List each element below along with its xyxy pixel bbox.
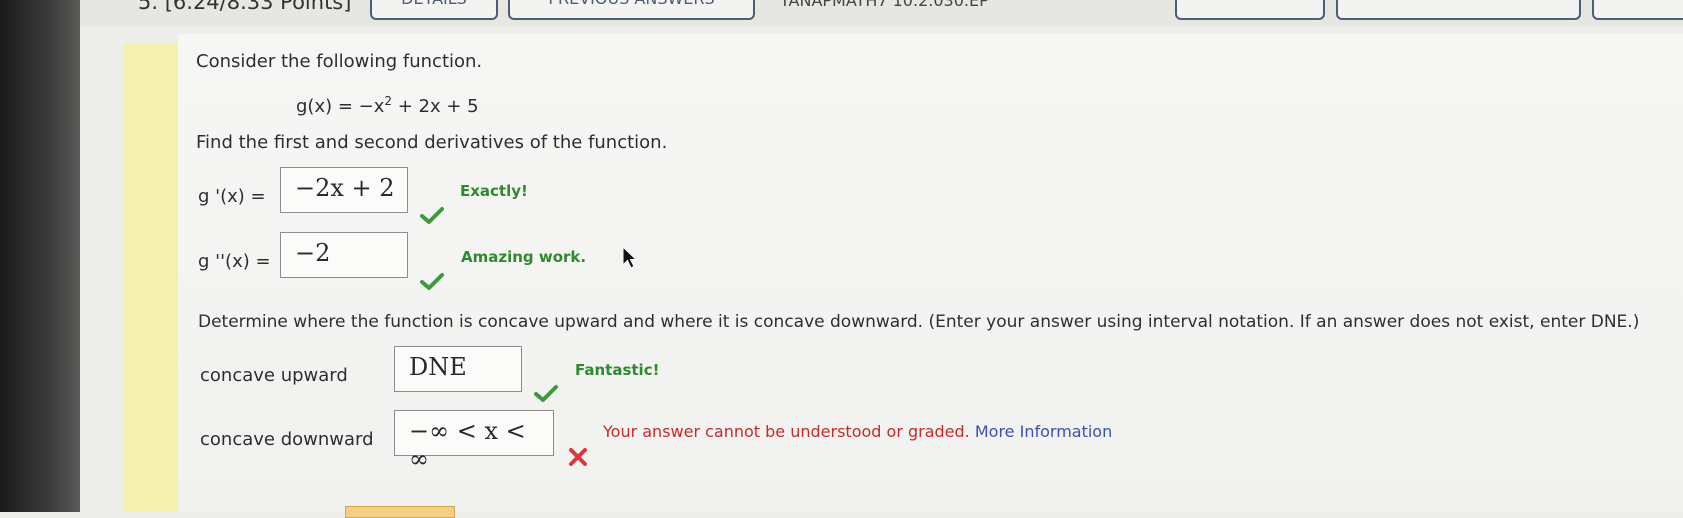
concave-downward-label: concave downward xyxy=(200,429,374,450)
details-button[interactable]: DETAILS xyxy=(370,0,498,20)
derivatives-prompt: Find the first and second derivatives of… xyxy=(196,132,668,153)
check-icon xyxy=(534,385,558,402)
header-button-4[interactable] xyxy=(1175,0,1325,20)
submit-button-partial[interactable] xyxy=(345,506,455,518)
function-lhs: g(x) xyxy=(296,96,333,117)
question-margin-stripe xyxy=(123,44,179,512)
screen-left-edge xyxy=(0,0,80,512)
concave-downward-feedback: Your answer cannot be understood or grad… xyxy=(603,422,1112,441)
concave-upward-answer-field[interactable]: DNE xyxy=(394,346,522,392)
header-button-6[interactable] xyxy=(1592,0,1683,20)
x-icon xyxy=(569,448,587,466)
first-derivative-answer-field[interactable]: −2x + 2 xyxy=(280,167,408,213)
function-rest: + 2x + 5 xyxy=(392,96,479,117)
second-derivative-feedback: Amazing work. xyxy=(461,248,587,266)
error-message: Your answer cannot be understood or grad… xyxy=(603,422,970,441)
more-information-link[interactable]: More Information xyxy=(975,422,1112,441)
check-icon xyxy=(420,273,444,290)
second-derivative-label: g ''(x) = xyxy=(198,251,271,272)
first-derivative-feedback: Exactly! xyxy=(460,182,528,200)
question-points-label: 5. [6.24/8.33 Points] xyxy=(138,0,352,14)
function-definition: g(x) = −x2 + 2x + 5 xyxy=(296,94,479,117)
intro-text: Consider the following function. xyxy=(196,51,483,72)
concavity-prompt: Determine where the function is concave … xyxy=(198,312,1640,332)
first-derivative-label: g '(x) = xyxy=(198,186,266,207)
mouse-cursor-icon xyxy=(622,246,638,269)
function-eq: = −x xyxy=(332,96,385,117)
previous-answers-button[interactable]: PREVIOUS ANSWERS xyxy=(508,0,755,20)
concave-downward-answer-field[interactable]: −∞ < x < ∞ xyxy=(394,410,554,473)
concave-upward-label: concave upward xyxy=(200,365,348,386)
second-derivative-answer-field[interactable]: −2 xyxy=(280,232,408,278)
check-icon xyxy=(420,207,444,224)
function-exponent: 2 xyxy=(384,94,393,108)
problem-source-code: TANAPMATH7 10.2.030.EP xyxy=(780,0,989,10)
question-content: Consider the following function. g(x) = … xyxy=(178,34,1683,512)
concave-upward-feedback: Fantastic! xyxy=(575,361,660,379)
header-button-5[interactable] xyxy=(1336,0,1581,20)
